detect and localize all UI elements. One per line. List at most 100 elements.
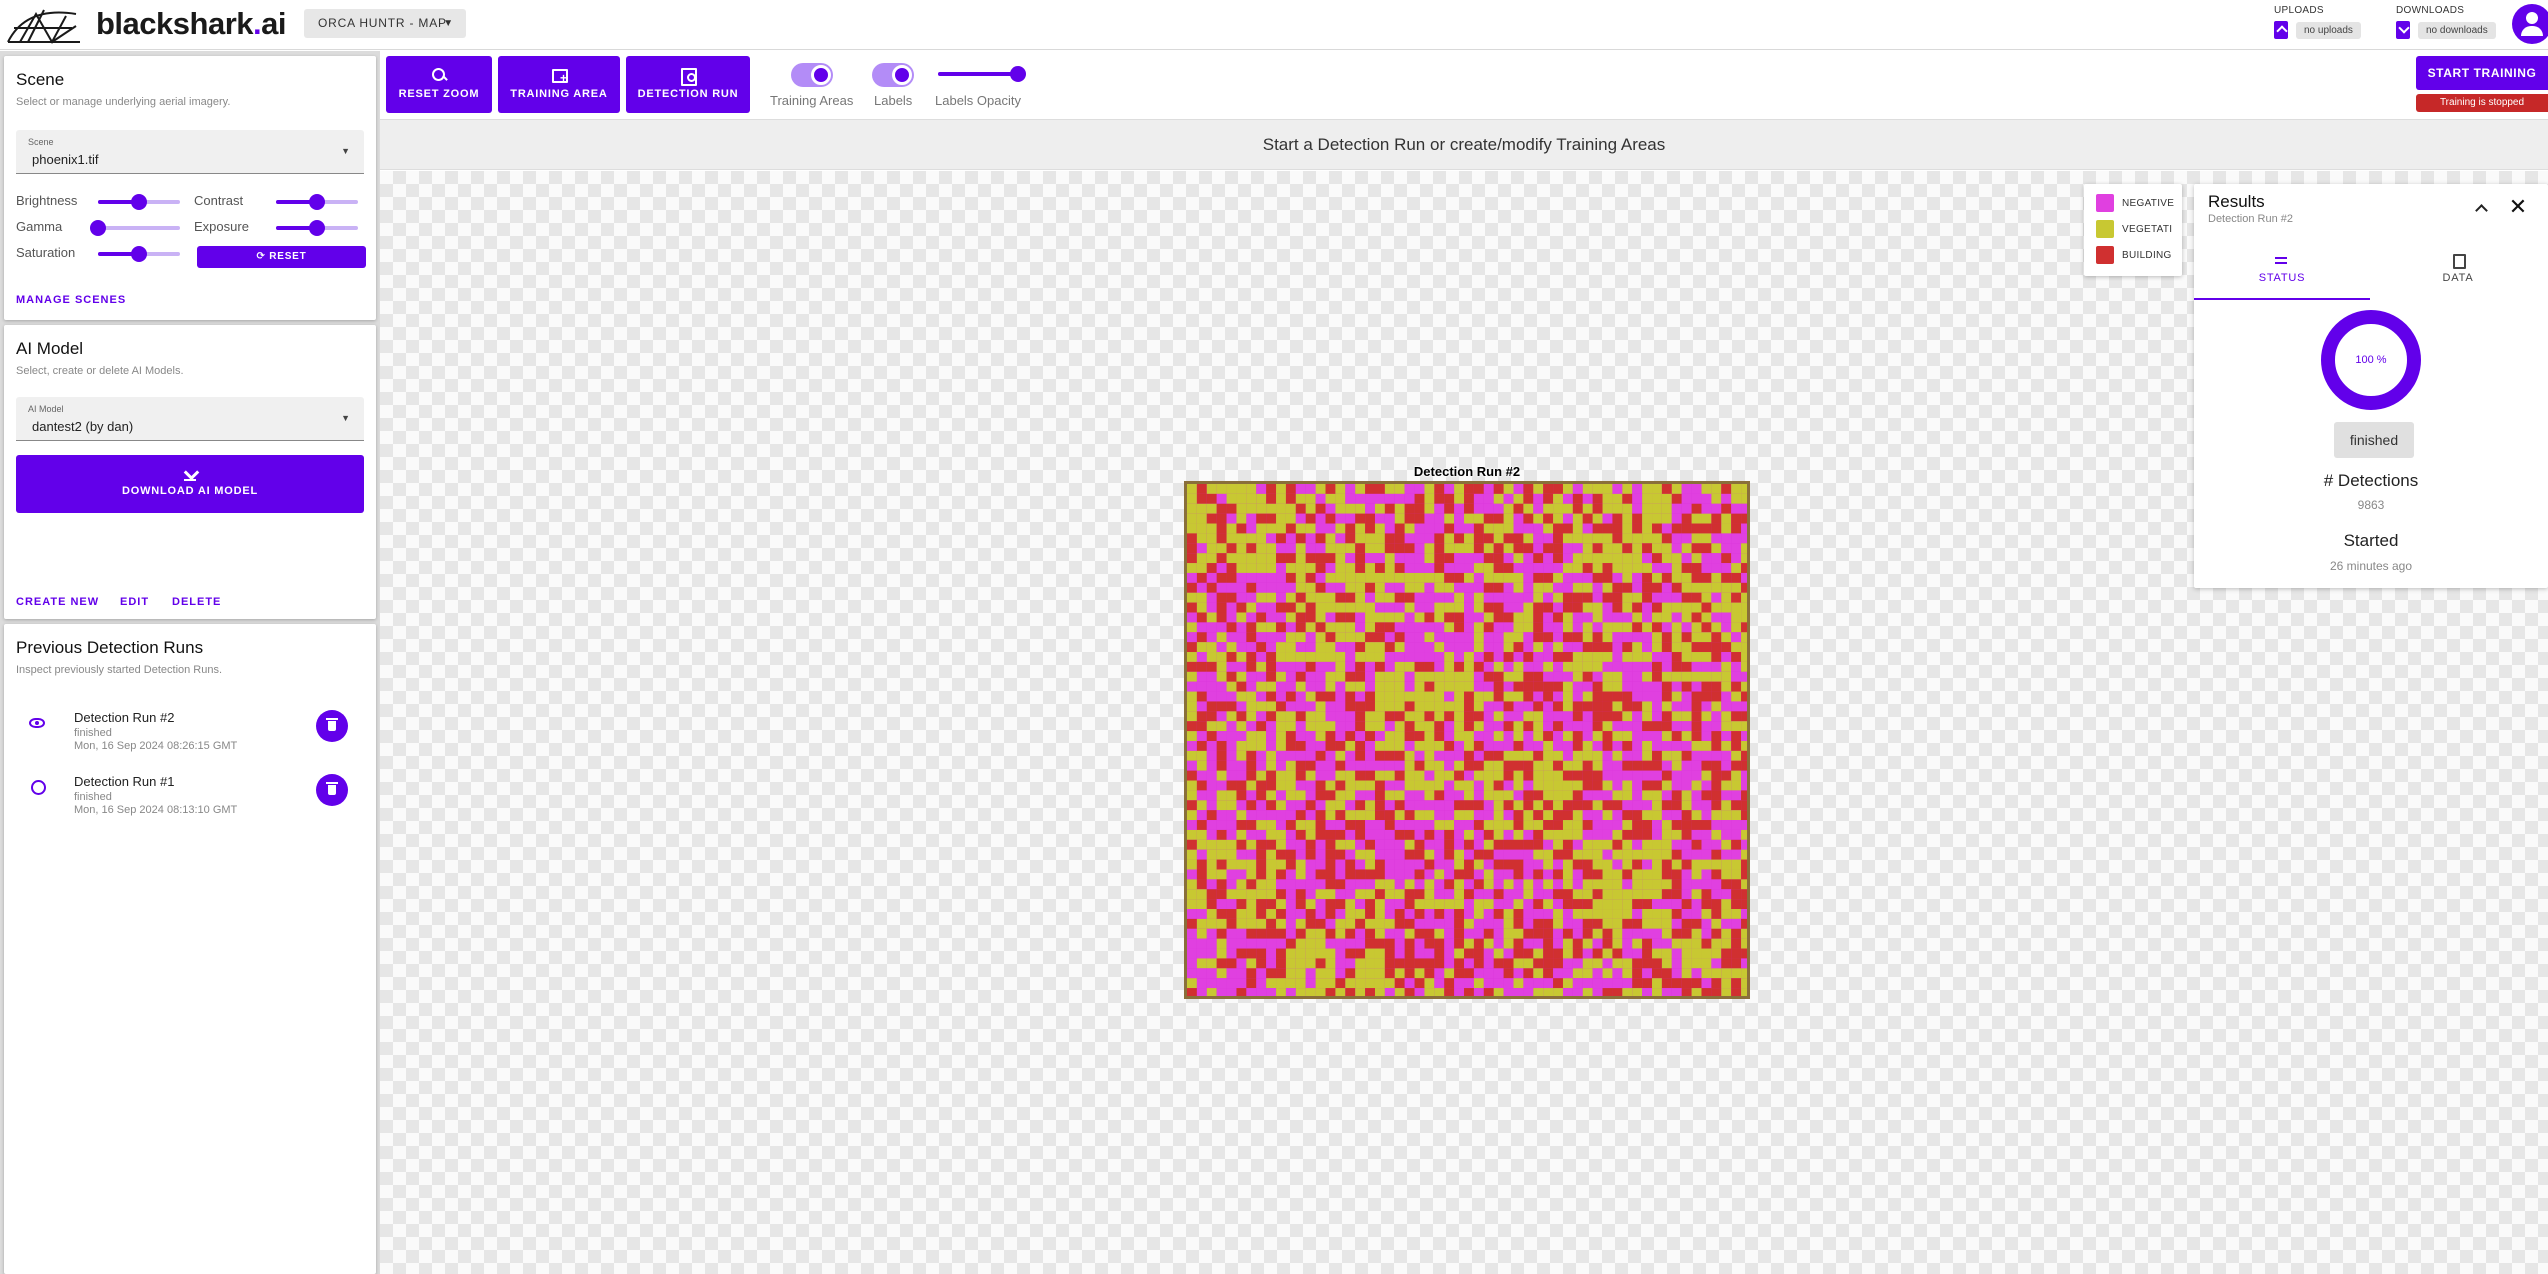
- scene-select-value: phoenix1.tif: [32, 152, 99, 167]
- download-ai-model-button[interactable]: DOWNLOAD AI MODEL: [16, 455, 364, 513]
- legend-item-building: BUILDING: [2096, 246, 2172, 264]
- gamma-slider[interactable]: [90, 219, 180, 237]
- reset-label: RESET: [269, 251, 307, 262]
- legend-swatch: [2096, 246, 2114, 264]
- ai-model-select[interactable]: AI Model dantest2 (by dan) ▼: [16, 397, 364, 441]
- scene-select-label: Scene: [28, 137, 54, 147]
- delete-run-button[interactable]: [316, 710, 348, 742]
- ai-model-select-label: AI Model: [28, 404, 64, 414]
- results-title: Results: [2208, 192, 2265, 211]
- uploads-label: UPLOADS: [2274, 5, 2324, 16]
- zoom-icon: [431, 67, 447, 83]
- progress-donut: 100 %: [2321, 310, 2421, 410]
- sidebar: Scene Select or manage underlying aerial…: [0, 51, 380, 1274]
- legend-label: NEGATIVE: [2122, 197, 2175, 209]
- legend-swatch: [2096, 194, 2114, 212]
- results-panel: Results Detection Run #2 ✕ STATUS DATA 1…: [2194, 184, 2548, 588]
- previous-runs-subtitle: Inspect previously started Detection Run…: [16, 664, 223, 676]
- training-status-badge: Training is stopped: [2416, 94, 2548, 112]
- tab-status-label: STATUS: [2258, 272, 2306, 284]
- reset-button[interactable]: ⟳ RESET: [197, 246, 366, 268]
- labels-toggle[interactable]: [872, 63, 914, 87]
- legend: NEGATIVE VEGETATI BUILDING: [2084, 184, 2182, 276]
- create-model-button[interactable]: CREATE NEW: [16, 596, 99, 608]
- start-training-button[interactable]: START TRAINING: [2416, 56, 2548, 90]
- top-app-bar: blackshark.ai ORCA HUNTR - MAP ▼ UPLOADS…: [0, 0, 2548, 50]
- reset-zoom-button[interactable]: RESET ZOOM: [386, 56, 492, 113]
- map-toolbar: RESET ZOOM TRAINING AREA DETECTION RUN T…: [380, 51, 2548, 120]
- downloads-chip: no downloads: [2418, 21, 2496, 39]
- status-message: Start a Detection Run or create/modify T…: [380, 120, 2548, 170]
- exposure-slider[interactable]: [276, 219, 358, 237]
- results-subtitle: Detection Run #2: [2208, 213, 2293, 225]
- download-icon: [184, 467, 196, 481]
- slider-thumb[interactable]: [131, 194, 147, 210]
- detections-label: # Detections: [2323, 471, 2419, 490]
- detection-run-label: DETECTION RUN: [637, 88, 739, 100]
- scene-subtitle: Select or manage underlying aerial image…: [16, 96, 231, 108]
- labels-opacity-slider[interactable]: [938, 65, 1026, 83]
- account-avatar-icon[interactable]: [2512, 4, 2548, 44]
- started-label: Started: [2343, 531, 2399, 550]
- exposure-label: Exposure: [194, 219, 249, 234]
- training-area-button[interactable]: TRAINING AREA: [498, 56, 620, 113]
- scene-card: Scene Select or manage underlying aerial…: [4, 56, 376, 320]
- copy-icon: [2450, 254, 2466, 269]
- refresh-icon: ⟳: [256, 251, 270, 262]
- contrast-label: Contrast: [194, 193, 244, 208]
- list-item[interactable]: Detection Run #2 finished Mon, 16 Sep 20…: [4, 710, 376, 770]
- brightness-slider[interactable]: [98, 193, 180, 211]
- upload-file-icon: [2274, 21, 2288, 39]
- training-area-label: TRAINING AREA: [510, 88, 608, 100]
- run-status: finished: [74, 727, 112, 739]
- radio-icon[interactable]: [31, 780, 46, 795]
- slider-thumb[interactable]: [90, 220, 106, 236]
- training-areas-toggle[interactable]: [791, 63, 833, 87]
- download-ai-model-label: DOWNLOAD AI MODEL: [121, 485, 258, 497]
- detection-raster-image[interactable]: [1184, 481, 1750, 999]
- downloads-status: DOWNLOADS no downloads: [2396, 5, 2496, 39]
- started-value: 26 minutes ago: [2329, 559, 2413, 573]
- raster-title: Detection Run #2: [1413, 464, 1521, 479]
- manage-scenes-button[interactable]: MANAGE SCENES: [16, 294, 126, 306]
- tab-data[interactable]: DATA: [2370, 252, 2546, 300]
- slider-thumb[interactable]: [309, 194, 325, 210]
- status-badge: finished: [2334, 422, 2414, 458]
- edit-model-button[interactable]: EDIT: [120, 596, 149, 608]
- slider-thumb[interactable]: [309, 220, 325, 236]
- list-item[interactable]: Detection Run #1 finished Mon, 16 Sep 20…: [4, 774, 376, 834]
- download-file-icon: [2396, 21, 2410, 39]
- training-areas-label: Training Areas: [770, 93, 854, 108]
- slider-thumb[interactable]: [131, 246, 147, 262]
- chevron-up-icon[interactable]: [2471, 198, 2491, 218]
- ai-model-card: AI Model Select, create or delete AI Mod…: [4, 325, 376, 619]
- delete-model-button[interactable]: DELETE: [172, 596, 221, 608]
- run-time: Mon, 16 Sep 2024 08:13:10 GMT: [74, 804, 238, 816]
- legend-label: VEGETATI: [2122, 223, 2173, 235]
- downloads-label: DOWNLOADS: [2396, 5, 2465, 16]
- labels-opacity-label: Labels Opacity: [935, 93, 1021, 108]
- ai-model-select-value: dantest2 (by dan): [32, 419, 134, 434]
- scene-title: Scene: [16, 70, 65, 89]
- detections-value: 9863: [2357, 498, 2385, 512]
- run-name: Detection Run #2: [74, 710, 175, 725]
- project-select[interactable]: ORCA HUNTR - MAP ▼: [304, 9, 466, 38]
- previous-runs-title: Previous Detection Runs: [16, 638, 204, 657]
- scene-select[interactable]: Scene phoenix1.tif ▼: [16, 130, 364, 174]
- saturation-slider[interactable]: [98, 245, 180, 263]
- uploads-chip: no uploads: [2296, 21, 2361, 39]
- logo-icon: [7, 9, 80, 44]
- run-status: finished: [74, 791, 112, 803]
- tab-status[interactable]: STATUS: [2194, 252, 2370, 300]
- delete-run-button[interactable]: [316, 774, 348, 806]
- brightness-label: Brightness: [16, 193, 78, 208]
- legend-swatch: [2096, 220, 2114, 238]
- project-select-value: ORCA HUNTR - MAP: [318, 16, 447, 30]
- contrast-slider[interactable]: [276, 193, 358, 211]
- detection-run-button[interactable]: DETECTION RUN: [626, 56, 750, 113]
- progress-value: 100 %: [2355, 354, 2387, 366]
- slider-thumb[interactable]: [1010, 66, 1026, 82]
- add-area-icon: [551, 67, 568, 85]
- close-icon[interactable]: ✕: [2507, 196, 2529, 218]
- eye-icon[interactable]: [29, 718, 45, 728]
